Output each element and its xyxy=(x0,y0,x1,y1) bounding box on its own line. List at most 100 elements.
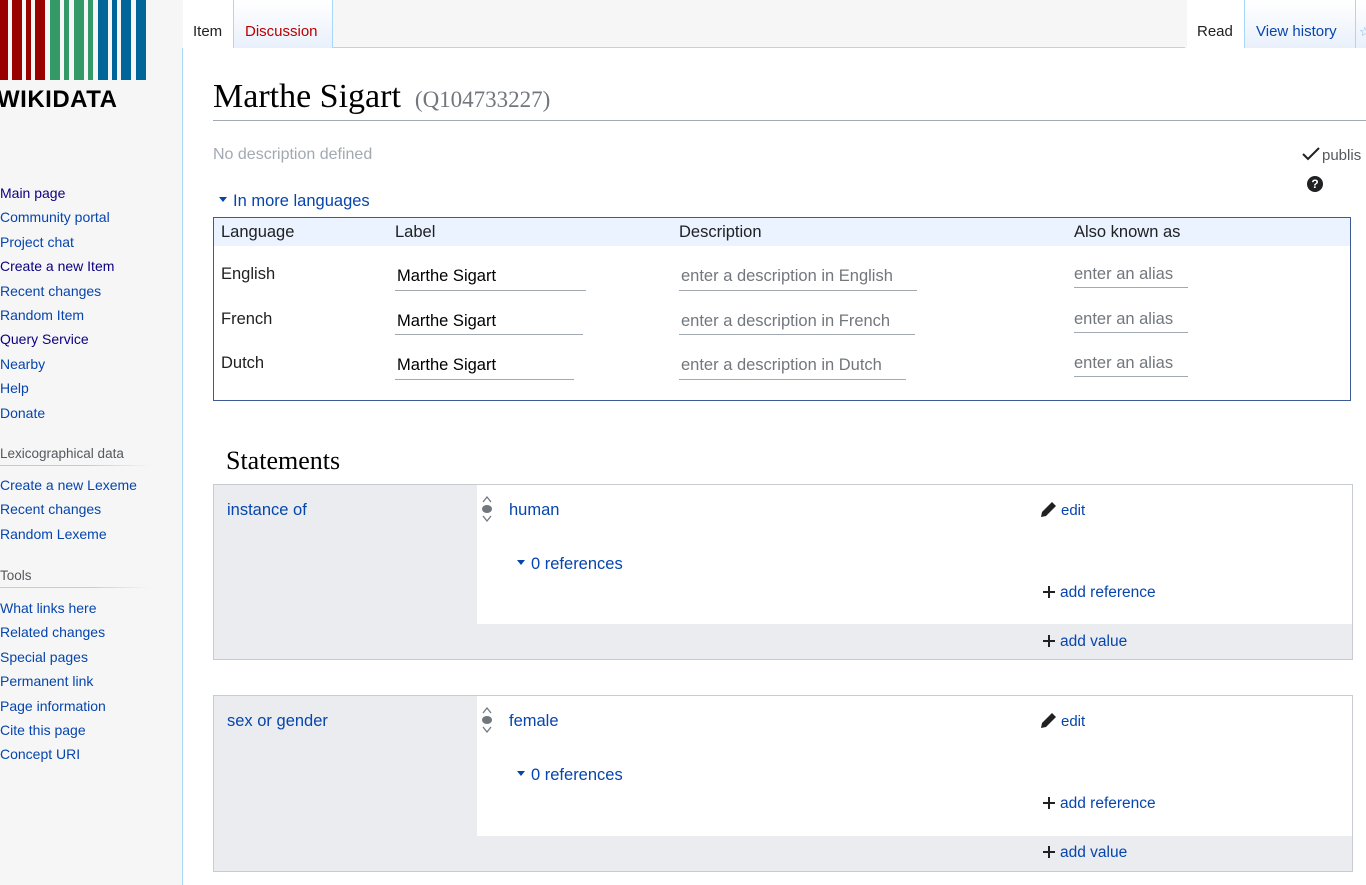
row-language: Dutch xyxy=(221,354,265,372)
nav-lexeme-recent-changes[interactable]: Recent changes xyxy=(0,497,137,521)
wikidata-logo[interactable]: WIKIDATA xyxy=(0,0,150,115)
title-divider xyxy=(213,120,1366,121)
add-value-label: add value xyxy=(1060,844,1128,861)
tool-page-information[interactable]: Page information xyxy=(0,694,106,718)
edit-label: edit xyxy=(1061,502,1086,519)
item-description: No description defined xyxy=(213,146,373,163)
nav-random-lexeme[interactable]: Random Lexeme xyxy=(0,522,137,546)
tab-item[interactable]: Item xyxy=(183,0,233,48)
edit-button[interactable]: edit xyxy=(1040,502,1085,520)
add-value-button[interactable]: add value xyxy=(1043,844,1127,862)
rank-selector-icon[interactable] xyxy=(481,706,493,734)
input-underline xyxy=(679,379,906,380)
tool-what-links-here[interactable]: What links here xyxy=(0,596,106,620)
tool-special-pages[interactable]: Special pages xyxy=(0,645,106,669)
nav-random-item[interactable]: Random Item xyxy=(0,303,114,327)
checkmark-icon xyxy=(1302,147,1320,161)
tab-discussion-label: Discussion xyxy=(245,23,318,40)
add-reference-label: add reference xyxy=(1060,584,1156,601)
tab-discussion[interactable]: Discussion xyxy=(233,0,333,48)
description-input-french[interactable]: enter a description in French xyxy=(681,312,890,331)
value-link[interactable]: human xyxy=(509,501,559,520)
label-input-dutch[interactable]: Marthe Sigart xyxy=(397,356,496,375)
col-label: Label xyxy=(395,223,436,241)
add-reference-label: add reference xyxy=(1060,795,1156,812)
triangle-down-icon xyxy=(517,771,525,777)
tool-related-changes[interactable]: Related changes xyxy=(0,620,106,644)
add-value-button[interactable]: add value xyxy=(1043,633,1127,651)
input-underline xyxy=(679,334,915,335)
label-input-english[interactable]: Marthe Sigart xyxy=(397,267,496,286)
plus-icon xyxy=(1043,797,1055,810)
star-icon: ☆ xyxy=(1359,24,1366,39)
page-title: Marthe Sigart (Q104733227) xyxy=(213,78,550,116)
tab-view-history[interactable]: View history xyxy=(1244,0,1356,48)
languages-table: Language Label Description Also known as… xyxy=(213,217,1351,401)
references-toggle[interactable]: 0 references xyxy=(517,555,623,574)
plus-icon xyxy=(1043,586,1055,599)
navigation-portal: Main page Community portal Project chat … xyxy=(0,181,114,425)
item-id: (Q104733227) xyxy=(414,87,551,112)
description-input-english[interactable]: enter a description in English xyxy=(681,267,893,286)
nav-project-chat[interactable]: Project chat xyxy=(0,230,114,254)
logo-barcode xyxy=(0,0,150,80)
value-link[interactable]: female xyxy=(509,712,559,731)
label-input-french[interactable]: Marthe Sigart xyxy=(397,312,496,331)
statement-value-box: female edit 0 references add reference xyxy=(477,696,1352,836)
input-underline xyxy=(679,290,917,291)
tab-read[interactable]: Read xyxy=(1187,0,1244,48)
pencil-icon xyxy=(1041,713,1056,729)
tool-concept-uri[interactable]: Concept URI xyxy=(0,742,106,766)
input-underline xyxy=(395,334,583,335)
input-underline xyxy=(395,379,574,380)
alias-input-english[interactable]: enter an alias xyxy=(1074,265,1173,284)
nav-nearby[interactable]: Nearby xyxy=(0,352,114,376)
logo-text: WIKIDATA xyxy=(0,86,118,113)
tab-watch-star[interactable]: ☆ xyxy=(1355,0,1366,48)
references-toggle[interactable]: 0 references xyxy=(517,766,623,785)
add-reference-button[interactable]: add reference xyxy=(1043,584,1156,602)
help-icon[interactable]: ? xyxy=(1307,176,1323,192)
triangle-down-icon xyxy=(219,197,227,203)
nav-create-lexeme[interactable]: Create a new Lexeme xyxy=(0,473,137,497)
triangle-down-icon xyxy=(517,560,525,566)
plus-icon xyxy=(1043,635,1055,648)
rank-selector-icon[interactable] xyxy=(481,495,493,523)
property-link[interactable]: instance of xyxy=(227,501,307,520)
nav-query-service[interactable]: Query Service xyxy=(0,327,114,351)
pencil-icon xyxy=(1041,502,1056,518)
nav-recent-changes[interactable]: Recent changes xyxy=(0,279,114,303)
row-language: French xyxy=(221,310,273,328)
property-link[interactable]: sex or gender xyxy=(227,712,328,731)
tool-cite-this-page[interactable]: Cite this page xyxy=(0,718,106,742)
in-more-languages-toggle[interactable]: In more languages xyxy=(219,192,370,211)
col-also-known-as: Also known as xyxy=(1074,223,1181,241)
add-reference-button[interactable]: add reference xyxy=(1043,795,1156,813)
lexicographical-portal: Create a new Lexeme Recent changes Rando… xyxy=(0,473,137,546)
alias-input-dutch[interactable]: enter an alias xyxy=(1074,354,1173,373)
tab-item-label: Item xyxy=(193,23,223,40)
references-label: 0 references xyxy=(531,766,623,784)
nav-help[interactable]: Help xyxy=(0,376,114,400)
sidebar: WIKIDATA Main page Community portal Proj… xyxy=(0,0,182,885)
input-underline xyxy=(1074,287,1188,288)
alias-input-french[interactable]: enter an alias xyxy=(1074,310,1173,329)
tools-heading: Tools xyxy=(0,568,150,588)
input-underline xyxy=(1074,376,1188,377)
tab-view-history-label: View history xyxy=(1256,23,1337,40)
nav-community-portal[interactable]: Community portal xyxy=(0,205,114,229)
nav-donate[interactable]: Donate xyxy=(0,401,114,425)
plus-icon xyxy=(1043,846,1055,859)
nav-main-page[interactable]: Main page xyxy=(0,181,114,205)
statements-heading: Statements xyxy=(226,446,341,475)
input-underline xyxy=(1074,332,1188,333)
statement-group-sex-or-gender: sex or gender female edit 0 references a… xyxy=(213,695,1353,872)
nav-create-item[interactable]: Create a new Item xyxy=(0,254,114,278)
edit-button[interactable]: edit xyxy=(1040,713,1085,731)
references-label: 0 references xyxy=(531,555,623,573)
publish-label: publis xyxy=(1322,147,1362,164)
description-input-dutch[interactable]: enter a description in Dutch xyxy=(681,356,882,375)
edit-label: edit xyxy=(1061,713,1086,730)
tool-permanent-link[interactable]: Permanent link xyxy=(0,669,106,693)
publish-button[interactable]: publis xyxy=(1302,147,1361,164)
